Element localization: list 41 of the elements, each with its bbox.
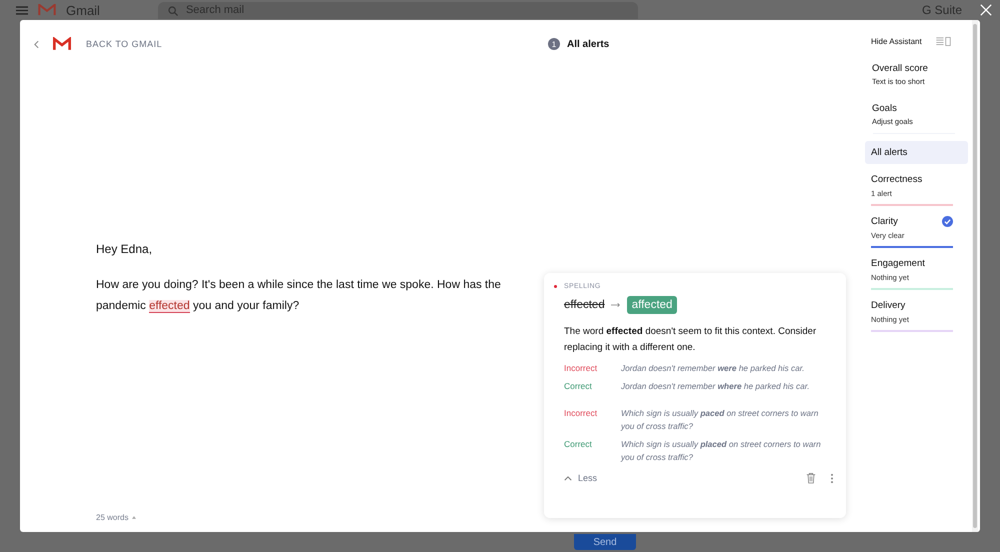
paragraph-text: How are you doing? It's been a while since the last time we spoke. How has the pandemic effected you and your family? <box>96 278 502 315</box>
example-sentence: Which sign is usually placed on street corners to warn you of cross traffic? <box>621 438 822 464</box>
section-title[interactable]: Goals <box>872 103 968 114</box>
menu-icon[interactable] <box>16 6 28 14</box>
example-sentence: Which sign is usually paced on street corners to warn you of cross traffic? <box>621 407 820 433</box>
alert-count-badge: 1 <box>548 38 560 50</box>
example-label: Correct <box>564 438 593 451</box>
example-sentence: Jordan doesn't remember were he parked his car. <box>621 362 806 375</box>
gmail-logo-icon <box>38 4 56 16</box>
more-icon[interactable] <box>830 472 834 484</box>
category-name[interactable]: Correctness <box>871 174 922 185</box>
section-title[interactable]: Overall score <box>872 63 968 74</box>
all-alerts-tab[interactable]: All alerts <box>865 141 968 164</box>
back-icon[interactable] <box>34 40 39 48</box>
explanation-text: The word effected doesn't seem to fit this context. Consider replacing it with a different one. <box>564 325 818 355</box>
wrong-word: effected <box>564 299 605 311</box>
caret-icon <box>564 476 572 480</box>
app-name: Gmail <box>66 2 100 18</box>
panel-icon[interactable] <box>936 37 951 46</box>
close-icon[interactable] <box>980 4 992 16</box>
suite-label: G Suite <box>922 3 962 17</box>
word-count[interactable]: 25 words <box>96 512 128 522</box>
back-to-gmail-link[interactable]: BACK TO GMAIL <box>86 39 162 49</box>
category-name[interactable]: Clarity <box>871 216 898 227</box>
example-label: Incorrect <box>564 362 598 375</box>
alerts-title: All alerts <box>567 38 610 50</box>
example-label: Correct <box>564 380 593 393</box>
trash-icon[interactable] <box>806 472 816 484</box>
example-sentence: Jordan doesn't remember where he parked his car. <box>621 380 811 393</box>
greeting-text: Hey Edna, <box>96 242 154 256</box>
send-button[interactable]: Send <box>574 534 636 550</box>
gmail-logo-icon <box>53 37 71 51</box>
category-name[interactable]: Engagement <box>871 258 925 269</box>
caret-icon[interactable] <box>132 516 136 518</box>
example-label: Incorrect <box>564 407 598 420</box>
less-button[interactable]: Less <box>564 473 598 483</box>
category-name[interactable]: Delivery <box>871 300 906 311</box>
status-dot <box>554 285 557 288</box>
flagged-word[interactable]: effected <box>149 300 190 313</box>
hide-assistant-button[interactable]: Hide Assistant <box>871 37 922 46</box>
arrow-icon <box>610 302 621 308</box>
